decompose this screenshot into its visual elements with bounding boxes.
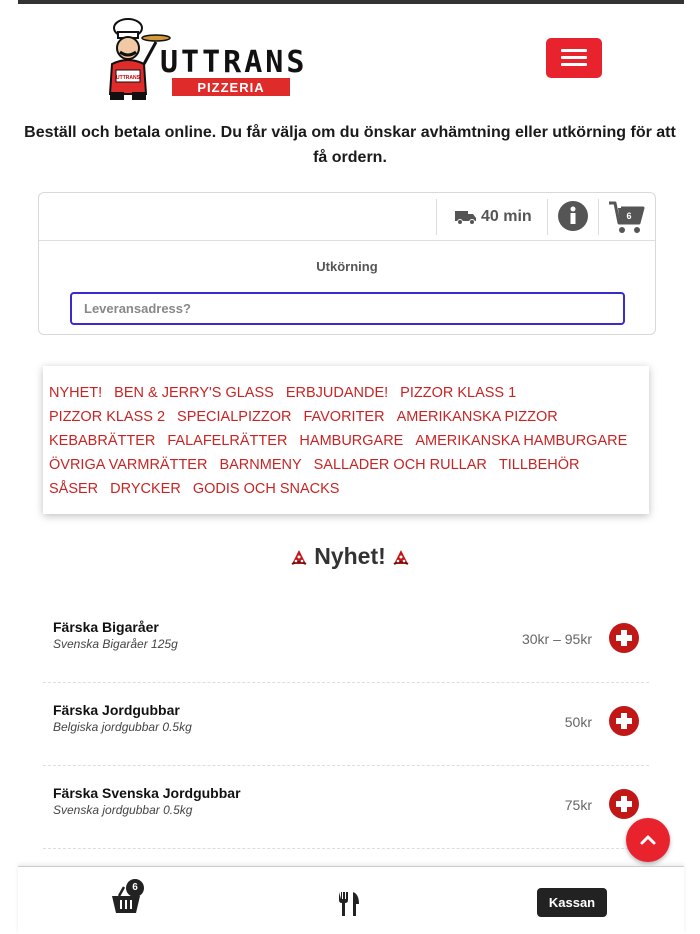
- bottom-bar: 6 Kassan: [18, 866, 684, 934]
- category-link[interactable]: PIZZOR KLASS 1: [400, 381, 516, 405]
- scroll-to-top-button[interactable]: [626, 818, 670, 862]
- hamburger-icon-bar: [561, 49, 587, 52]
- chevron-up-icon: [640, 835, 656, 845]
- add-to-cart-button[interactable]: [609, 623, 639, 653]
- item-description: Belgiska jordgubbar 0.5kg: [53, 720, 192, 734]
- category-list: NYHET! BEN & JERRY'S GLASS ERBJUDANDE! PIZZ…: [49, 381, 643, 501]
- menu-toggle-button[interactable]: [546, 38, 602, 78]
- info-icon[interactable]: [557, 200, 589, 232]
- delivery-panel: 40 min 6 Utkörning: [38, 192, 656, 335]
- intro-text: Beställ och betala online. Du får välja …: [24, 124, 676, 166]
- section-heading: Nyhet!: [0, 543, 700, 570]
- category-link[interactable]: KEBABRÄTTER: [49, 429, 155, 453]
- category-link[interactable]: FAVORITER: [303, 405, 384, 429]
- checkout-button[interactable]: Kassan: [537, 888, 607, 917]
- category-link[interactable]: SPECIALPIZZOR: [177, 405, 291, 429]
- item-name: Färska Jordgubbar: [53, 702, 180, 718]
- add-to-cart-button[interactable]: [609, 789, 639, 819]
- divider: [598, 199, 599, 235]
- section-title: Nyhet!: [314, 543, 386, 569]
- category-link[interactable]: PIZZOR KLASS 2: [49, 405, 165, 429]
- category-link[interactable]: GODIS OCH SNACKS: [193, 477, 340, 501]
- category-link[interactable]: AMERIKANSKA PIZZOR: [397, 405, 558, 429]
- item-name: Färska Svenska Jordgubbar: [53, 785, 241, 801]
- site-header: UTTRANS UTTRANS PIZZERIA: [0, 4, 700, 112]
- hamburger-icon-bar: [561, 63, 587, 66]
- category-link[interactable]: BARNMENY: [219, 453, 301, 477]
- menu-item-row: Färska Bigaråer Svenska Bigaråer 125g 30kr…: [43, 600, 649, 683]
- pizza-icon: [393, 549, 409, 565]
- category-link[interactable]: TILLBEHÖR: [499, 453, 580, 477]
- basket-count-badge: 6: [126, 879, 144, 897]
- delivery-panel-toolbar: 40 min 6: [39, 193, 655, 241]
- item-description: Svenska jordgubbar 0.5kg: [53, 803, 193, 817]
- item-price: 50kr: [564, 714, 592, 730]
- category-link[interactable]: AMERIKANSKA HAMBURGARE: [415, 429, 627, 453]
- logo-sub-text: PIZZERIA: [197, 80, 264, 95]
- category-link[interactable]: SÅSER: [49, 477, 98, 501]
- truck-icon: [455, 211, 476, 225]
- category-link[interactable]: NYHET!: [49, 381, 102, 405]
- delivery-mode-label: Utkörning: [316, 259, 378, 274]
- divider: [436, 199, 437, 235]
- add-to-cart-button[interactable]: [609, 706, 639, 736]
- delivery-eta-text: 40 min: [481, 208, 532, 225]
- cutlery-icon[interactable]: [336, 891, 362, 917]
- category-link[interactable]: FALAFELRÄTTER: [167, 429, 287, 453]
- cart-icon[interactable]: 6: [607, 199, 647, 235]
- category-nav: NYHET! BEN & JERRY'S GLASS ERBJUDANDE! PIZZ…: [43, 366, 649, 514]
- category-link[interactable]: DRYCKER: [110, 477, 181, 501]
- delivery-eta: 40 min: [455, 206, 532, 228]
- menu-item-row: Färska Svenska Jordgubbar Svenska jordgub…: [43, 766, 649, 849]
- hamburger-icon-bar: [561, 56, 587, 59]
- cart-count: 6: [626, 211, 631, 221]
- category-link[interactable]: ÖVRIGA VARMRÄTTER: [49, 453, 207, 477]
- menu-item-list: Färska Bigaråer Svenska Bigaråer 125g 30kr…: [43, 600, 649, 849]
- item-description: Svenska Bigaråer 125g: [53, 637, 178, 651]
- category-link[interactable]: HAMBURGARE: [299, 429, 403, 453]
- logo-badge-text: UTTRANS: [116, 75, 141, 81]
- menu-item-row: Färska Jordgubbar Belgiska jordgubbar 0.5…: [43, 683, 649, 766]
- item-price: 75kr: [564, 797, 592, 813]
- category-link[interactable]: ERBJUDANDE!: [286, 381, 388, 405]
- logo-main-text: UTTRANS: [160, 45, 307, 80]
- delivery-address-input[interactable]: [70, 292, 625, 325]
- item-name: Färska Bigaråer: [53, 619, 159, 635]
- item-price: 30kr – 95kr: [521, 631, 592, 647]
- category-link[interactable]: BEN & JERRY'S GLASS: [114, 381, 274, 405]
- divider: [547, 199, 548, 235]
- uttrans-logo[interactable]: UTTRANS UTTRANS PIZZERIA: [100, 16, 315, 102]
- category-link[interactable]: SALLADER OCH RULLAR: [314, 453, 487, 477]
- pizza-icon: [291, 549, 307, 565]
